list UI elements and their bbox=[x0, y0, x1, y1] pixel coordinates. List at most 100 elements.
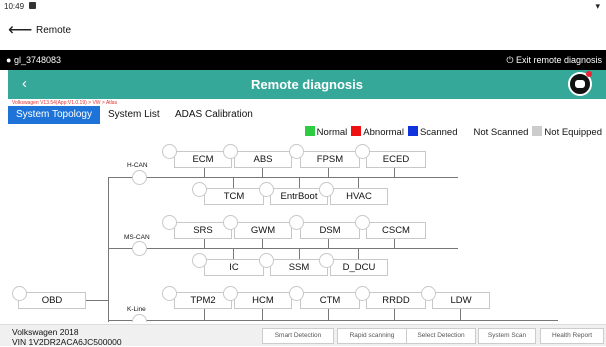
module-connector bbox=[355, 144, 370, 159]
smart-detection-button[interactable]: Smart Detection bbox=[262, 328, 334, 344]
tab-system-list[interactable]: System List bbox=[108, 106, 160, 124]
user-bar: ● gl_3748083 ⏻ Exit remote diagnosis bbox=[0, 50, 606, 70]
bus-label-ms-can: MS-CAN bbox=[124, 234, 150, 241]
drop-line bbox=[328, 239, 329, 248]
drop-line bbox=[299, 248, 300, 259]
wifi-icon: ▾ bbox=[595, 1, 600, 11]
legend-not-equipped: Not Equipped bbox=[532, 126, 602, 138]
module-connector bbox=[319, 182, 334, 197]
legend-swatch bbox=[351, 126, 362, 136]
drop-line bbox=[394, 239, 395, 248]
module-hcm[interactable]: HCM bbox=[234, 292, 292, 309]
footer-bar: Volkswagen 2018 VIN 1V2DR2ACA6JC500000 S… bbox=[0, 324, 606, 347]
module-obd[interactable]: OBD bbox=[18, 292, 86, 309]
tab-adas-calibration[interactable]: ADAS Calibration bbox=[175, 106, 253, 124]
legend-abnormal: Abnormal bbox=[351, 126, 404, 138]
module-connector bbox=[259, 182, 274, 197]
module-connector bbox=[162, 286, 177, 301]
bus-label-h-can: H-CAN bbox=[127, 162, 148, 169]
legend-swatch bbox=[532, 126, 543, 136]
module-d-dcu[interactable]: D_DCU bbox=[330, 259, 388, 276]
drop-line bbox=[394, 168, 395, 177]
module-ctm[interactable]: CTM bbox=[300, 292, 360, 309]
legend-swatch bbox=[304, 126, 315, 136]
app-title: Remote bbox=[36, 25, 72, 36]
module-connector bbox=[12, 286, 27, 301]
legend-scanned: Scanned bbox=[407, 126, 457, 138]
module-rrdd[interactable]: RRDD bbox=[366, 292, 426, 309]
obd-connector-line bbox=[86, 300, 108, 301]
status-bar: 10:49 ▾ bbox=[0, 0, 606, 13]
module-ldw[interactable]: LDW bbox=[432, 292, 490, 309]
drop-line bbox=[358, 248, 359, 259]
exit-label: Exit remote diagnosis bbox=[515, 55, 602, 65]
drop-line bbox=[204, 168, 205, 177]
app-bar: ⟵ Remote bbox=[0, 13, 606, 50]
module-connector bbox=[289, 286, 304, 301]
hcan-bus-line bbox=[108, 177, 458, 178]
bus-connector-ms-can bbox=[132, 241, 147, 256]
drop-line bbox=[299, 177, 300, 188]
drop-line bbox=[233, 248, 234, 259]
drop-line bbox=[204, 239, 205, 248]
chat-button[interactable] bbox=[568, 71, 592, 96]
user-info: ● gl_3748083 bbox=[6, 55, 61, 65]
module-cscm[interactable]: CSCM bbox=[366, 222, 426, 239]
gallery-notification-icon bbox=[29, 2, 36, 9]
topology-diagram: H-CAN MS-CAN K-Line OBD ECM ABS FPSM ECE… bbox=[8, 140, 606, 322]
drop-line bbox=[262, 309, 263, 320]
module-connector bbox=[162, 215, 177, 230]
drop-line bbox=[262, 168, 263, 177]
drop-line bbox=[204, 309, 205, 320]
module-connector bbox=[319, 253, 334, 268]
page-title: Remote diagnosis bbox=[251, 77, 363, 92]
person-icon: ● bbox=[6, 55, 12, 65]
user-name: gl_3748083 bbox=[13, 55, 62, 65]
module-gwm[interactable]: GWM bbox=[234, 222, 292, 239]
module-connector bbox=[192, 253, 207, 268]
back-arrow-icon[interactable]: ⟵ bbox=[8, 21, 32, 39]
clock: 10:49 bbox=[4, 2, 25, 11]
tab-system-topology[interactable]: System Topology bbox=[8, 106, 100, 124]
legend-swatch bbox=[407, 126, 418, 136]
module-connector bbox=[259, 253, 274, 268]
health-report-button[interactable]: Health Report bbox=[540, 328, 604, 344]
tab-bar: System Topology System List ADAS Calibra… bbox=[8, 106, 606, 124]
legend-swatch bbox=[461, 126, 472, 136]
mscan-bus-line bbox=[108, 248, 458, 249]
module-connector bbox=[223, 144, 238, 159]
legend-normal: Normal bbox=[304, 126, 347, 138]
module-fpsm[interactable]: FPSM bbox=[300, 151, 360, 168]
drop-line bbox=[328, 309, 329, 320]
module-connector bbox=[355, 286, 370, 301]
chat-bubble-icon bbox=[575, 80, 585, 88]
legend: Normal Abnormal Scanned Not Scanned Not … bbox=[304, 126, 602, 138]
module-connector bbox=[289, 215, 304, 230]
legend-not-scanned: Not Scanned bbox=[461, 126, 528, 138]
drop-line bbox=[394, 309, 395, 320]
rapid-scanning-button[interactable]: Rapid scanning bbox=[337, 328, 407, 344]
module-connector bbox=[223, 286, 238, 301]
module-hvac[interactable]: HVAC bbox=[330, 188, 388, 205]
module-connector bbox=[162, 144, 177, 159]
drop-line bbox=[233, 177, 234, 188]
drop-line bbox=[262, 239, 263, 248]
module-ic[interactable]: IC bbox=[204, 259, 264, 276]
power-icon: ⏻ bbox=[506, 55, 514, 65]
exit-remote-button[interactable]: ⏻ Exit remote diagnosis bbox=[506, 55, 602, 66]
module-dsm[interactable]: DSM bbox=[300, 222, 360, 239]
vehicle-info: Volkswagen 2018 VIN 1V2DR2ACA6JC500000 bbox=[12, 327, 122, 347]
module-abs[interactable]: ABS bbox=[234, 151, 292, 168]
kline-bus-line bbox=[108, 320, 558, 321]
system-scan-button[interactable]: System Scan bbox=[478, 328, 536, 344]
module-connector bbox=[289, 144, 304, 159]
notification-dot bbox=[586, 71, 592, 77]
trunk-line bbox=[108, 177, 109, 322]
vehicle-model: Volkswagen 2018 bbox=[12, 327, 79, 337]
module-tcm[interactable]: TCM bbox=[204, 188, 264, 205]
drop-line bbox=[460, 309, 461, 320]
bus-connector-k-line bbox=[132, 314, 147, 322]
select-detection-button[interactable]: Select Detection bbox=[406, 328, 476, 344]
bus-label-k-line: K-Line bbox=[127, 306, 146, 313]
module-eced[interactable]: ECED bbox=[366, 151, 426, 168]
